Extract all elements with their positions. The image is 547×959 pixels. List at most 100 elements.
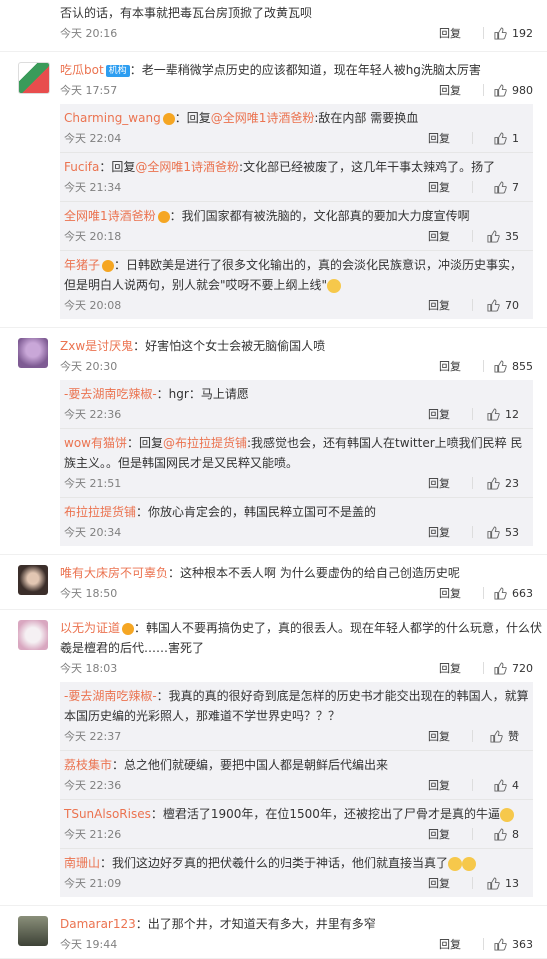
reply-item: Charming_wang ：回复@全网唯1诗酒爸粉:敌在内部 需要换血 今天 2… <box>60 108 533 153</box>
username[interactable]: 荔枝集市 <box>64 758 112 772</box>
like-button[interactable]: 8 <box>483 828 533 841</box>
reply-button[interactable]: 回复 <box>439 585 473 601</box>
reply-button[interactable]: 回复 <box>428 728 462 744</box>
comment-meta: 今天 20:16 回复 192 <box>60 23 547 43</box>
mention-link[interactable]: @布拉拉提货铺 <box>163 436 247 450</box>
username[interactable]: -要去湖南吃辣椒- <box>64 689 157 703</box>
divider <box>472 828 473 840</box>
divider <box>472 779 473 791</box>
divider <box>483 938 484 950</box>
reply-text: ：檀君活了1900年，在位1500年，还被挖出了尸骨才是真的牛逼 <box>150 807 500 821</box>
avatar[interactable] <box>18 565 48 595</box>
like-count: 855 <box>512 359 533 373</box>
username[interactable]: -要去湖南吃辣椒- <box>64 387 157 401</box>
divider <box>483 27 484 39</box>
comment-text: ：这种根本不丢人啊 为什么要虚伪的给自己创造历史呢 <box>168 566 460 580</box>
avatar[interactable] <box>18 338 48 368</box>
like-button[interactable]: 855 <box>494 360 547 373</box>
like-button[interactable]: 70 <box>483 299 533 312</box>
reply-text: :文化部已经被废了，这几年干事太辣鸡了。扬了 <box>239 160 496 174</box>
username[interactable]: Damarar123 <box>60 917 136 931</box>
username[interactable]: Fucifa <box>64 160 99 174</box>
like-button[interactable]: 12 <box>483 408 533 421</box>
username[interactable]: 布拉拉提货铺 <box>64 505 136 519</box>
like-button[interactable]: 1 <box>483 132 533 145</box>
timestamp: 今天 21:26 <box>64 828 122 841</box>
like-count: 23 <box>505 476 519 490</box>
comment-text: ：出了那个井，才知道天有多大，井里有多窄 <box>135 917 376 931</box>
divider <box>472 408 473 420</box>
comment-text: ：好害怕这个女士会被无脑偷国人喷 <box>133 339 326 353</box>
username[interactable]: 吃瓜bot <box>60 63 104 77</box>
reply-button[interactable]: 回复 <box>428 875 462 891</box>
reply-text: ：日韩欧美是进行了很多文化输出的，真的会淡化民族意识，冲淡历史事实，但是明白人说… <box>64 258 523 292</box>
reply-button[interactable]: 回复 <box>439 358 473 374</box>
like-count: 13 <box>505 876 519 890</box>
divider <box>472 181 473 193</box>
mention-link[interactable]: @全网唯1诗酒爸粉 <box>135 160 239 174</box>
like-button[interactable]: 4 <box>483 779 533 792</box>
like-button[interactable]: 13 <box>483 877 533 890</box>
like-button[interactable]: 980 <box>494 84 547 97</box>
reply-text: ：我们国家都有被洗脑的，文化部真的要加大力度宣传啊 <box>169 209 470 223</box>
username[interactable]: 全网唯1诗酒爸粉 <box>64 209 156 223</box>
mention-link[interactable]: @全网唯1诗酒爸粉 <box>211 111 315 125</box>
comment-meta: 今天 17:57 回复 980 <box>60 80 547 100</box>
avatar[interactable] <box>18 62 50 94</box>
like-button[interactable]: 53 <box>483 526 533 539</box>
reply-prefix: ：回复 <box>99 160 136 174</box>
divider <box>472 299 473 311</box>
reply-button[interactable]: 回复 <box>428 524 462 540</box>
like-count: 192 <box>512 26 533 40</box>
like-button[interactable]: 663 <box>494 587 547 600</box>
username[interactable]: 年猪子 <box>64 258 100 272</box>
reply-list: -要去湖南吃辣椒-：hgr：马上请愿 今天 22:36 回复 12 wow有猫饼：回… <box>60 380 533 546</box>
comment-item: 以无为证道 ：韩国人不要再搞伪史了，真的很丢人。现在年轻人都学的什么玩意，什么伏羲… <box>0 610 547 906</box>
timestamp: 今天 20:18 <box>64 230 122 243</box>
timestamp: 今天 22:37 <box>64 730 122 743</box>
like-button[interactable]: 23 <box>483 477 533 490</box>
thumbs-up-icon <box>494 661 507 675</box>
reply-item: 布拉拉提货铺：你放心肯定会的，韩国民粹立国可不是盖的 今天 20:34 回复 53 <box>60 502 533 546</box>
like-button[interactable]: 363 <box>494 938 547 951</box>
reply-button[interactable]: 回复 <box>428 130 462 146</box>
username[interactable]: 南珊山 <box>64 856 100 870</box>
member-badge-icon <box>122 622 135 635</box>
verified-badge: 机构 <box>105 64 130 77</box>
reply-button[interactable]: 回复 <box>439 936 473 952</box>
reply-button[interactable]: 回复 <box>428 406 462 422</box>
reply-item: 年猪子 ：日韩欧美是进行了很多文化输出的，真的会淡化民族意识，冲淡历史事实，但是明… <box>60 255 533 319</box>
comment-text: 否认的话，有本事就把毒瓦台房顶掀了改黄瓦呗 <box>60 6 313 20</box>
like-button[interactable]: 赞 <box>483 728 533 744</box>
reply-button[interactable]: 回复 <box>439 660 473 676</box>
reply-list: -要去湖南吃辣椒-：我真的真的很好奇到底是怎样的历史书才能交出现在的韩国人，就算… <box>60 682 533 897</box>
like-count: 720 <box>512 661 533 675</box>
reply-button[interactable]: 回复 <box>428 777 462 793</box>
reply-item: wow有猫饼：回复@布拉拉提货铺:我感觉也会，还有韩国人在twitter上喷我们… <box>60 433 533 498</box>
like-button[interactable]: 7 <box>483 181 533 194</box>
reply-button[interactable]: 回复 <box>428 228 462 244</box>
username[interactable]: TSunAlsoRises <box>64 807 151 821</box>
reply-button[interactable]: 回复 <box>428 475 462 491</box>
like-button[interactable]: 720 <box>494 662 547 675</box>
username[interactable]: Zxw是讨厌鬼 <box>60 339 133 353</box>
timestamp: 今天 20:30 <box>60 360 118 373</box>
reply-item: -要去湖南吃辣椒-：我真的真的很好奇到底是怎样的历史书才能交出现在的韩国人，就算… <box>60 686 533 751</box>
reply-button[interactable]: 回复 <box>439 82 473 98</box>
like-count: 980 <box>512 83 533 97</box>
username[interactable]: wow有猫饼 <box>64 436 127 450</box>
like-button[interactable]: 35 <box>483 230 533 243</box>
username[interactable]: 以无为证道 <box>60 621 120 635</box>
reply-button[interactable]: 回复 <box>439 25 473 41</box>
username[interactable]: Charming_wang <box>64 111 161 125</box>
username[interactable]: 唯有大床房不可辜负 <box>60 566 168 580</box>
like-count: 663 <box>512 586 533 600</box>
thumbs-up-icon <box>494 83 507 97</box>
avatar[interactable] <box>18 620 48 650</box>
avatar[interactable] <box>18 916 48 946</box>
comment-item: 吃瓜bot 机构 ：老一辈稍微学点历史的应该都知道，现在年轻人被hg洗脑太厉害 今天… <box>0 52 547 328</box>
like-button[interactable]: 192 <box>494 27 547 40</box>
reply-button[interactable]: 回复 <box>428 179 462 195</box>
reply-button[interactable]: 回复 <box>428 297 462 313</box>
reply-button[interactable]: 回复 <box>428 826 462 842</box>
